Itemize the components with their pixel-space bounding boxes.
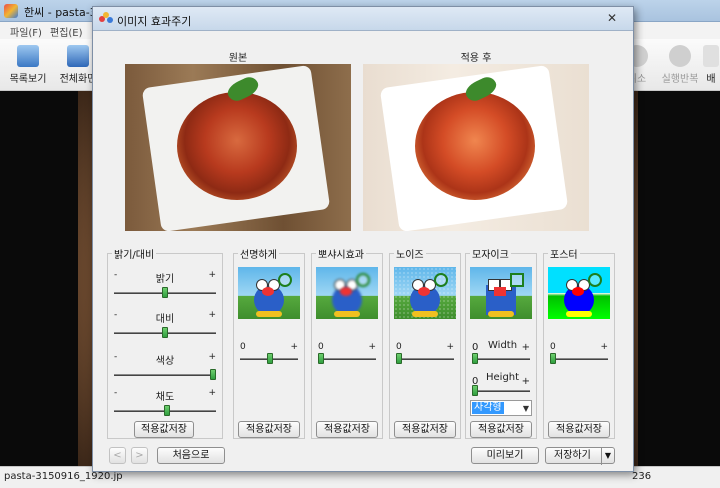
preview-button[interactable]: 미리보기 [471,447,539,464]
status-filename: pasta-3150916_1920.jp [4,471,123,482]
previous-button[interactable]: < [109,447,126,464]
dialog-title-bar[interactable]: 이미지 효과주기 ✕ [93,7,633,31]
brightness-label: 밝기 [155,274,175,285]
after-label: 적용 후 [460,53,492,64]
panel-title: 선명하게 [238,246,279,261]
mosaic-height-slider[interactable] [472,390,530,392]
sharpen-panel: 선명하게 0 + 적용값저장 [233,246,305,439]
blur-thumbnail [316,267,378,319]
mosaic-panel: 모자이크 0 Width + 0 Height + 사각형 ▼ 적용값저장 [465,246,537,439]
mosaic-height-slider-thumb[interactable] [472,385,478,396]
mosaic-thumbnail [470,267,532,319]
mosaic-width-label: Width [488,340,518,351]
image-effects-dialog: 이미지 효과주기 ✕ 원본 적용 후 밝기/대비 - 밝기 + - 대비 + -… [92,6,634,472]
poster-save-button[interactable]: 적용값저장 [548,421,610,438]
noise-slider[interactable] [396,358,454,360]
app-logo-icon [4,4,18,18]
sharpen-thumbnail [238,267,300,319]
mosaic-width-slider-thumb[interactable] [472,353,478,364]
hue-label: 색상 [155,356,175,367]
sharpen-save-button[interactable]: 적용값저장 [238,421,300,438]
mosaic-shape-value: 사각형 [472,402,504,414]
reset-button[interactable]: 처음으로 [157,447,225,464]
redo-button[interactable]: 실행반복 [656,43,704,89]
original-label: 원본 [228,53,248,64]
panel-title: 노이즈 [394,246,426,261]
panel-title: 뽀샤시효과 [316,246,366,261]
hue-slider[interactable] [114,374,216,376]
after-preview [363,64,589,231]
mosaic-width-slider[interactable] [472,358,530,360]
contrast-slider-thumb[interactable] [162,327,168,338]
saturation-label: 채도 [155,392,175,403]
save-button-label: 저장하기 [554,450,591,461]
blur-slider[interactable] [318,358,376,360]
save-dropdown-icon[interactable]: ▼ [601,448,614,465]
dialog-app-icon [99,12,113,26]
sharpen-slider-thumb[interactable] [267,353,274,364]
background-button[interactable]: 배 [702,43,720,89]
list-view-button[interactable]: 목록보기 [4,43,52,89]
noise-save-button[interactable]: 적용값저장 [394,421,456,438]
list-view-icon [17,45,39,67]
close-icon[interactable]: ✕ [599,10,625,27]
fullscreen-icon [67,45,89,67]
brightness-contrast-panel: 밝기/대비 - 밝기 + - 대비 + - 색상 + - 채도 + 적용값저장 [107,246,223,439]
hue-slider-thumb[interactable] [210,369,216,380]
noise-thumbnail [394,267,456,319]
poster-thumbnail [548,267,610,319]
hue-slider-group: - 색상 + [108,350,222,386]
menu-edit[interactable]: 편집(E) [50,24,83,39]
blur-panel: 뽀샤시효과 0 + 적용값저장 [311,246,383,439]
chevron-down-icon: ▼ [522,404,529,413]
background-icon [703,45,719,67]
mosaic-height-label: Height [486,372,520,383]
brightness-slider-thumb[interactable] [162,287,168,298]
poster-panel: 포스터 0 + 적용값저장 [543,246,615,439]
contrast-label: 대비 [155,314,175,325]
save-button[interactable]: 저장하기 ▼ [545,447,615,465]
mosaic-shape-select[interactable]: 사각형 ▼ [470,400,532,416]
brightness-slider-group: - 밝기 + [108,268,222,304]
next-button[interactable]: > [131,447,148,464]
menu-file[interactable]: 파일(F) [10,24,42,39]
dialog-title: 이미지 효과주기 [117,15,192,28]
panel-title: 밝기/대비 [112,246,157,261]
blur-save-button[interactable]: 적용값저장 [316,421,378,438]
panel-title: 포스터 [548,246,580,261]
poster-slider-thumb[interactable] [550,353,556,364]
contrast-slider-group: - 대비 + [108,308,222,344]
panel-title: 모자이크 [470,246,511,261]
original-preview [125,64,351,231]
brightness-save-button[interactable]: 적용값저장 [134,421,194,438]
mosaic-save-button[interactable]: 적용값저장 [470,421,532,438]
noise-panel: 노이즈 0 + 적용값저장 [389,246,461,439]
status-info: 236 [632,471,652,482]
blur-slider-thumb[interactable] [318,353,324,364]
redo-icon [669,45,691,67]
saturation-slider-group: - 채도 + [108,386,222,422]
saturation-slider-thumb[interactable] [163,405,170,416]
noise-slider-thumb[interactable] [396,353,402,364]
poster-slider[interactable] [550,358,608,360]
